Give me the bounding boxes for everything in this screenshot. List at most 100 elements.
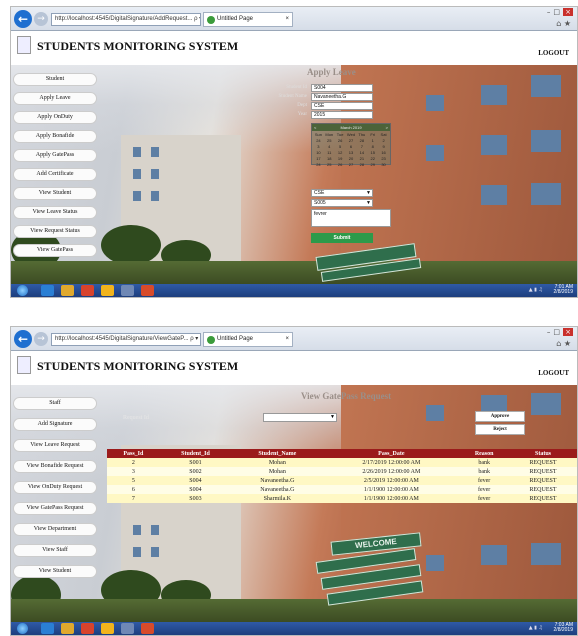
chrome-taskbar-icon[interactable] — [101, 285, 114, 296]
menu-view-leave-status[interactable]: View Leave Status — [13, 206, 97, 219]
dept-label: Dept — [297, 103, 307, 108]
table-cell: Mohan — [231, 467, 324, 476]
menu-add-signature[interactable]: Add Signature — [13, 418, 97, 431]
taskbar-clock[interactable]: 7:01 AM 2/8/2019 — [554, 285, 573, 295]
student-id-input[interactable]: S004 — [311, 84, 373, 92]
system-tray-icon[interactable]: ▲ ▮ ♫ — [529, 625, 543, 631]
close-window-icon[interactable]: × — [563, 328, 573, 336]
prev-month-icon[interactable]: < — [314, 124, 316, 131]
calendar-day[interactable]: 30 — [378, 162, 389, 168]
menu-apply-bonafide[interactable]: Apply Bonafide — [13, 130, 97, 143]
menu-view-gatepass[interactable]: View GatePass — [13, 244, 97, 257]
reason-textarea[interactable]: fevrer — [311, 209, 391, 227]
menu-apply-gatepass[interactable]: Apply GatePass — [13, 149, 97, 162]
system-tray-icon[interactable]: ▲ ▮ ♫ — [529, 287, 543, 293]
home-icon[interactable]: ⌂ ★ — [556, 19, 571, 28]
folder-taskbar-icon[interactable] — [61, 623, 74, 634]
calendar-day[interactable]: 24 — [313, 162, 324, 168]
year-label: Year — [297, 112, 307, 117]
vs-taskbar-icon[interactable] — [121, 285, 134, 296]
menu-view-leave-request[interactable]: View Leave Request — [13, 439, 97, 452]
close-window-icon[interactable]: × — [563, 8, 573, 16]
menu-view-bonafide-request[interactable]: View Bonafide Request — [13, 460, 97, 473]
restore-icon[interactable]: □ — [553, 328, 563, 336]
back-arrow-icon[interactable]: ← — [14, 10, 32, 28]
dept-input[interactable]: CSE — [311, 102, 373, 110]
form-title: Apply Leave — [307, 67, 356, 77]
window — [151, 525, 159, 535]
student-select[interactable]: S005 ▼ — [311, 199, 373, 207]
address-bar[interactable]: http://localhost:4545/DigitalSignature/V… — [51, 333, 201, 346]
media-taskbar-icon[interactable] — [81, 623, 94, 634]
forward-arrow-icon[interactable]: → — [34, 12, 48, 26]
next-month-icon[interactable]: > — [386, 124, 388, 131]
table-cell: fever — [459, 485, 509, 494]
media-taskbar-icon[interactable] — [81, 285, 94, 296]
table-row[interactable]: 7 S003 Sharmila.K 1/1/1900 12:00:00 AM f… — [107, 494, 577, 503]
menu-apply-leave[interactable]: Apply Leave — [13, 92, 97, 105]
menu-view-student[interactable]: View Student — [13, 565, 97, 578]
table-cell: REQUEST — [509, 494, 577, 503]
close-tab-icon[interactable]: × — [285, 13, 289, 26]
column-header: Student_Name — [231, 449, 324, 458]
window — [426, 555, 444, 571]
browser-tab[interactable]: Untitled Page × — [203, 332, 293, 347]
logout-link[interactable]: LOGOUT — [538, 49, 569, 57]
table-row[interactable]: 5 S004 Navaneetha.G 2/5/2019 12:00:00 AM… — [107, 476, 577, 485]
calendar-day[interactable]: 27 — [346, 162, 357, 168]
menu-view-request-status[interactable]: View Request Status — [13, 225, 97, 238]
back-arrow-icon[interactable]: ← — [14, 330, 32, 348]
menu-view-gatepass-request[interactable]: View GatePass Request — [13, 502, 97, 515]
menu-view-onduty-request[interactable]: View OnDuty Request — [13, 481, 97, 494]
page-title: View GatePass Request — [301, 391, 392, 401]
approve-button[interactable]: Approve — [475, 411, 525, 422]
menu-view-staff[interactable]: View Staff — [13, 544, 97, 557]
menu-apply-onduty[interactable]: Apply OnDuty — [13, 111, 97, 124]
window — [133, 547, 141, 557]
window — [481, 135, 507, 155]
year-input[interactable]: 2015 — [311, 111, 373, 119]
restore-icon[interactable]: □ — [553, 8, 563, 16]
start-button-icon[interactable] — [17, 285, 28, 296]
gatepass-table: Pass_Id Student_Id Student_Name Pass_Dat… — [107, 449, 577, 503]
home-icon[interactable]: ⌂ ★ — [556, 339, 571, 348]
logout-link[interactable]: LOGOUT — [538, 369, 569, 377]
paint-taskbar-icon[interactable] — [141, 285, 154, 296]
table-cell: REQUEST — [509, 476, 577, 485]
window — [531, 183, 561, 205]
calendar-day[interactable]: 25 — [324, 162, 335, 168]
menu-add-certificate[interactable]: Add Certificate — [13, 168, 97, 181]
forward-arrow-icon[interactable]: → — [34, 332, 48, 346]
request-id-select[interactable]: ▼ — [263, 413, 337, 422]
taskbar-clock[interactable]: 7:03 AM 2/8/2019 — [554, 623, 573, 633]
table-row[interactable]: 6 S004 Navaneetha.G 1/1/1900 12:00:00 AM… — [107, 485, 577, 494]
menu-staff[interactable]: Staff — [13, 397, 97, 410]
dept-select[interactable]: CSE ▼ — [311, 189, 373, 197]
student-name-input[interactable]: Navaneetha.G — [311, 93, 373, 101]
table-row[interactable]: 2 S001 Mohan 2/17/2019 12:00:00 AM bank … — [107, 458, 577, 467]
submit-button[interactable]: Submit — [311, 233, 373, 243]
table-header-row: Pass_Id Student_Id Student_Name Pass_Dat… — [107, 449, 577, 458]
logo-icon — [17, 36, 31, 54]
menu-student[interactable]: Student — [13, 73, 97, 86]
vs-taskbar-icon[interactable] — [121, 623, 134, 634]
table-cell: REQUEST — [509, 467, 577, 476]
folder-taskbar-icon[interactable] — [61, 285, 74, 296]
chrome-taskbar-icon[interactable] — [101, 623, 114, 634]
menu-view-student[interactable]: View Student — [13, 187, 97, 200]
table-cell: fever — [459, 476, 509, 485]
calendar-day[interactable]: 29 — [367, 162, 378, 168]
date-calendar[interactable]: < March 2019 > Sun Mon Tue Wed Thu Fri Sat 24 25… — [311, 123, 391, 168]
paint-taskbar-icon[interactable] — [141, 623, 154, 634]
close-tab-icon[interactable]: × — [285, 333, 289, 346]
ie-taskbar-icon[interactable] — [41, 623, 54, 634]
menu-view-department[interactable]: View Department — [13, 523, 97, 536]
calendar-day[interactable]: 28 — [356, 162, 367, 168]
address-bar[interactable]: http://localhost:4545/DigitalSignature/A… — [51, 13, 201, 26]
table-row[interactable]: 3 S002 Mohan 2/26/2019 12:00:00 AM bank … — [107, 467, 577, 476]
reject-button[interactable]: Reject — [475, 424, 525, 435]
ie-taskbar-icon[interactable] — [41, 285, 54, 296]
browser-tab[interactable]: Untitled Page × — [203, 12, 293, 27]
calendar-day[interactable]: 26 — [335, 162, 346, 168]
start-button-icon[interactable] — [17, 623, 28, 634]
